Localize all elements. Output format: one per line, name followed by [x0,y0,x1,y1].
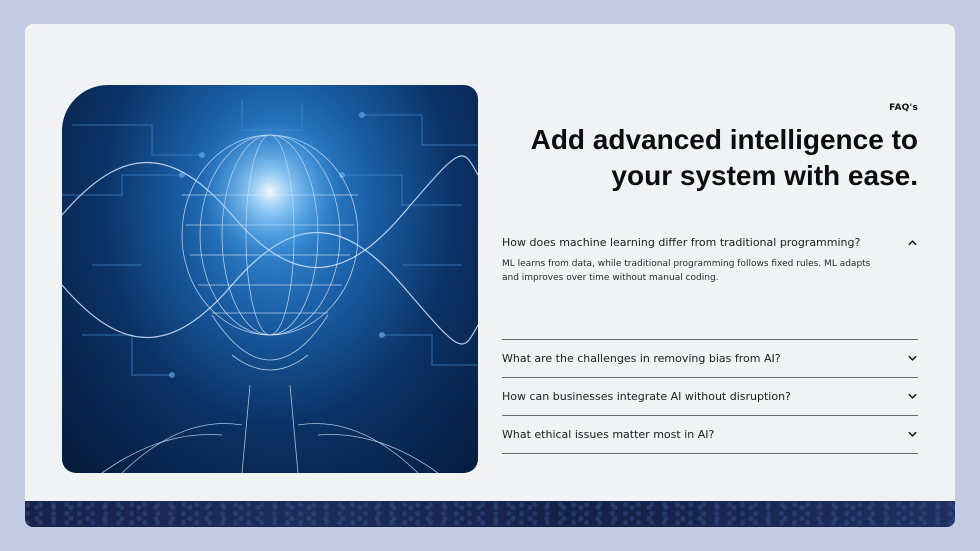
chevron-down-icon[interactable] [906,429,918,441]
footer-band [25,501,955,527]
faq-item-1: How does machine learning differ from tr… [502,229,918,340]
faq-toggle-2[interactable]: What are the challenges in removing bias… [502,340,918,377]
faq-item-4: What ethical issues matter most in AI? [502,416,918,454]
faq-toggle-3[interactable]: How can businesses integrate AI without … [502,378,918,415]
faq-list: How does machine learning differ from tr… [502,229,918,454]
faq-question-4: What ethical issues matter most in AI? [502,428,715,441]
section-eyebrow: FAQ's [889,103,918,113]
faq-toggle-4[interactable]: What ethical issues matter most in AI? [502,416,918,453]
faq-answer-1: ML learns from data, while traditional p… [502,259,871,283]
faq-question-2: What are the challenges in removing bias… [502,352,781,365]
faq-item-3: How can businesses integrate AI without … [502,378,918,416]
faq-question-3: How can businesses integrate AI without … [502,390,791,403]
chevron-up-icon[interactable] [906,236,918,248]
hero-image [62,85,478,473]
headline-line-2: your system with ease. [611,160,918,191]
headline-line-1: Add advanced intelligence to [530,124,918,155]
ai-head-illustration [62,100,478,473]
chevron-down-icon[interactable] [906,353,918,365]
faq-item-2: What are the challenges in removing bias… [502,340,918,378]
chevron-down-icon[interactable] [906,391,918,403]
section-headline: Add advanced intelligence to your system… [518,122,918,194]
faq-card: FAQ's Add advanced intelligence to your … [25,24,955,527]
faq-question-1: How does machine learning differ from tr… [502,235,861,249]
faq-toggle-1[interactable]: How does machine learning differ from tr… [502,229,918,255]
